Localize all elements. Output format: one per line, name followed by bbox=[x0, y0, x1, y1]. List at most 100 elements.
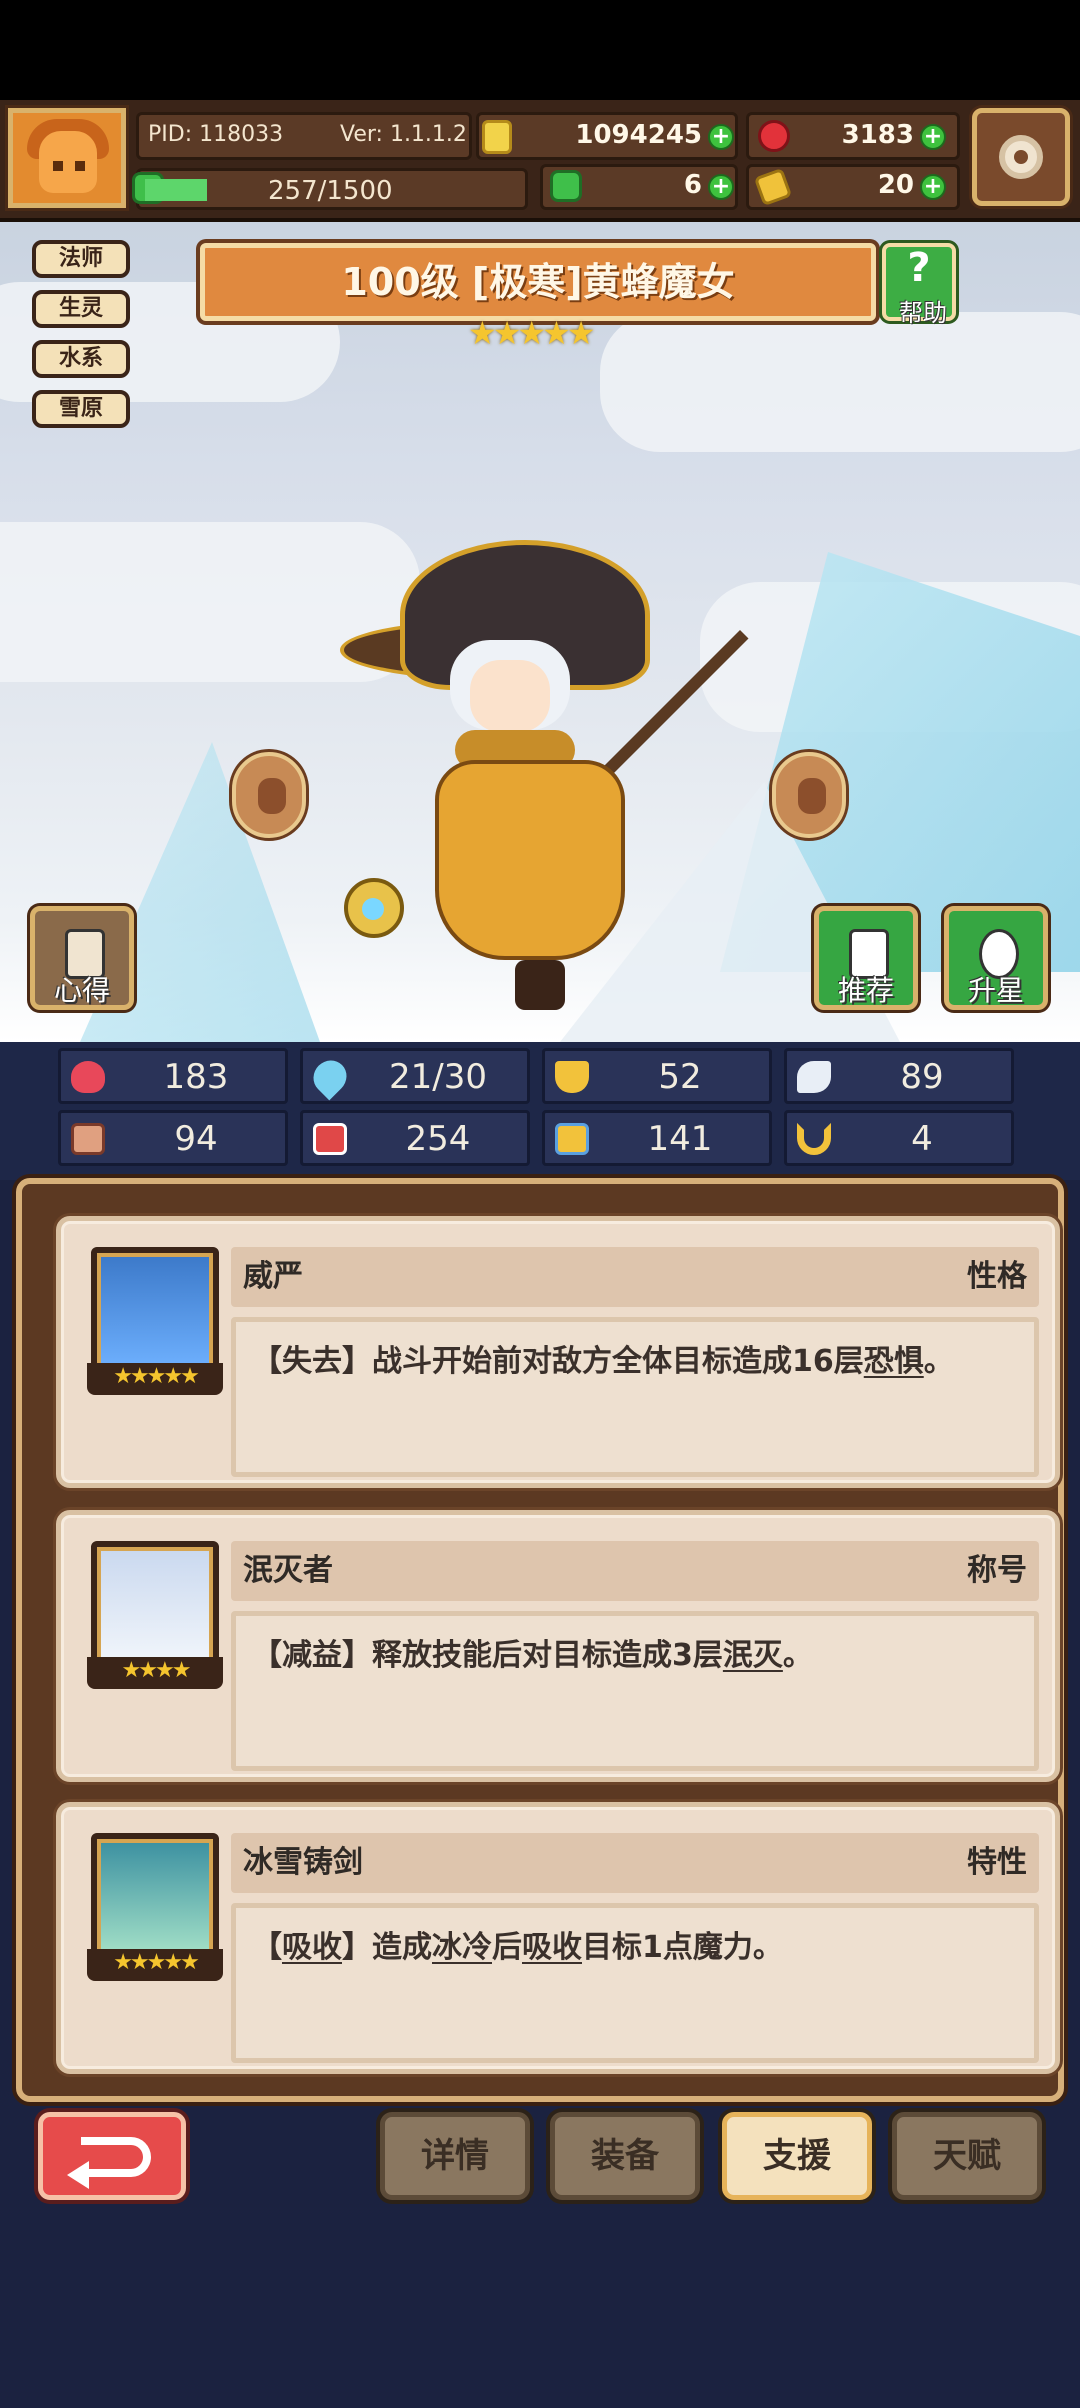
card-name: 冰雪铸剑 bbox=[243, 1845, 363, 1880]
tab-details[interactable]: 详情 bbox=[380, 2112, 530, 2200]
card-kind: 性格 bbox=[967, 1259, 1027, 1294]
stat-value: 94 bbox=[174, 1119, 218, 1159]
cloud bbox=[600, 312, 1080, 452]
card-description-box: 【吸收】造成冰冷后吸收目标1点魔力。 bbox=[231, 1903, 1039, 2063]
stat-value: 254 bbox=[405, 1119, 471, 1159]
stat-value: 141 bbox=[647, 1119, 713, 1159]
support-card[interactable]: ★★★★ 泯灭者 称号 【减益】释放技能后对目标造成3层泯灭。 bbox=[56, 1510, 1060, 1782]
gold-amount: 1094245 bbox=[575, 120, 702, 150]
add-clover-button[interactable]: + bbox=[708, 174, 734, 200]
settings-button[interactable] bbox=[972, 108, 1070, 206]
stat-attack: 94 bbox=[58, 1110, 288, 1166]
stat-value: 89 bbox=[900, 1057, 944, 1097]
stat-speed: 141 bbox=[542, 1110, 772, 1166]
hero-title: 100级 [极寒]黄蜂魔女 bbox=[341, 260, 735, 304]
water-drop-icon bbox=[306, 1053, 354, 1101]
insights-label: 心得 bbox=[53, 974, 110, 1007]
horseshoe-icon bbox=[797, 1123, 831, 1155]
card-description-box: 【减益】释放技能后对目标造成3层泯灭。 bbox=[231, 1611, 1039, 1771]
card-description: 【减益】释放技能后对目标造成3层泯灭。 bbox=[252, 1638, 813, 1673]
heart-icon bbox=[71, 1061, 105, 1093]
hero-sprite bbox=[340, 530, 749, 1010]
avatar-eye bbox=[75, 161, 85, 171]
support-card[interactable]: ★★★★★ 威严 性格 【失去】战斗开始前对敌方全体目标造成16层恐惧。 bbox=[56, 1216, 1060, 1488]
stat-evasion: 89 bbox=[784, 1048, 1014, 1104]
class-tag-mage[interactable]: 法师 bbox=[32, 240, 130, 278]
support-stars: ★★★★★ bbox=[87, 1949, 223, 1981]
stat-hp: 183 bbox=[58, 1048, 288, 1104]
tab-equipment[interactable]: 装备 bbox=[550, 2112, 700, 2200]
element-tag-water[interactable]: 水系 bbox=[32, 340, 130, 378]
card-header: 泯灭者 称号 bbox=[231, 1541, 1039, 1601]
insights-button[interactable]: 心得 bbox=[30, 906, 134, 1010]
stat-defense: 52 bbox=[542, 1048, 772, 1104]
red-gem-icon bbox=[758, 120, 790, 152]
shield-icon bbox=[555, 1061, 589, 1093]
fist-icon bbox=[71, 1123, 105, 1155]
card-name: 威严 bbox=[243, 1259, 303, 1294]
stat-mana: 21/30 bbox=[300, 1048, 530, 1104]
stat-luck: 4 bbox=[784, 1110, 1014, 1166]
stamina-value: 257/1500 bbox=[268, 176, 393, 206]
terrain-tag-snowfield[interactable]: 雪原 bbox=[32, 390, 130, 428]
hero-title-banner: 100级 [极寒]黄蜂魔女 bbox=[200, 243, 876, 321]
support-card[interactable]: ★★★★★ 冰雪铸剑 特性 【吸收】造成冰冷后吸收目标1点魔力。 bbox=[56, 1802, 1060, 2074]
support-panel: ★★★★★ 威严 性格 【失去】战斗开始前对敌方全体目标造成16层恐惧。 ★★★… bbox=[16, 1178, 1064, 2102]
version-label: Ver: 1.1.1.2 bbox=[340, 122, 467, 147]
recommend-label: 推荐 bbox=[837, 974, 894, 1007]
card-header: 冰雪铸剑 特性 bbox=[231, 1833, 1039, 1893]
fist-amount: 20 bbox=[877, 170, 914, 200]
stat-value: 4 bbox=[911, 1119, 933, 1159]
hero-screen: PID: 118033 Ver: 1.1.1.2 257/1500 109424… bbox=[0, 0, 1080, 2408]
gold-coin-icon bbox=[482, 120, 512, 154]
card-description: 【失去】战斗开始前对敌方全体目标造成16层恐惧。 bbox=[252, 1344, 954, 1379]
support-portrait bbox=[91, 1247, 219, 1377]
hero-face bbox=[470, 660, 550, 732]
staff-orb bbox=[344, 878, 404, 938]
hero-robe bbox=[435, 760, 625, 960]
card-description-box: 【失去】战斗开始前对敌方全体目标造成16层恐惧。 bbox=[231, 1317, 1039, 1477]
left-arrow-icon bbox=[258, 778, 286, 814]
help-label: 帮助 bbox=[899, 299, 947, 327]
return-arrow-icon bbox=[81, 2137, 151, 2177]
return-arrow-tip bbox=[67, 2161, 89, 2189]
hero-boots bbox=[515, 960, 565, 1010]
add-fist-button[interactable]: + bbox=[920, 174, 946, 200]
support-stars: ★★★★ bbox=[87, 1657, 223, 1689]
player-avatar[interactable] bbox=[8, 108, 126, 208]
help-button[interactable]: ? 帮助 bbox=[882, 243, 956, 327]
upgrade-star-label: 升星 bbox=[967, 974, 1024, 1007]
question-icon: ? bbox=[907, 245, 931, 291]
next-hero-button[interactable] bbox=[772, 752, 846, 838]
book-icon bbox=[313, 1123, 347, 1155]
stat-value: 21/30 bbox=[389, 1057, 487, 1097]
card-kind: 称号 bbox=[967, 1553, 1027, 1588]
tab-talent[interactable]: 天赋 bbox=[892, 2112, 1042, 2200]
previous-hero-button[interactable] bbox=[232, 752, 306, 838]
status-bar bbox=[0, 0, 1080, 100]
avatar-eye bbox=[53, 161, 63, 171]
add-gems-button[interactable]: + bbox=[920, 124, 946, 150]
back-button[interactable] bbox=[38, 2112, 186, 2200]
tab-support[interactable]: 支援 bbox=[722, 2112, 872, 2200]
stat-value: 183 bbox=[163, 1057, 229, 1097]
support-portrait bbox=[91, 1833, 219, 1963]
gear-icon bbox=[999, 135, 1043, 179]
card-description: 【吸收】造成冰冷后吸收目标1点魔力。 bbox=[252, 1930, 783, 1965]
wing-icon bbox=[797, 1061, 831, 1093]
card-name: 泯灭者 bbox=[243, 1553, 333, 1588]
card-kind: 特性 bbox=[967, 1845, 1027, 1880]
boot-icon bbox=[555, 1123, 589, 1155]
stat-magic: 254 bbox=[300, 1110, 530, 1166]
stat-value: 52 bbox=[658, 1057, 702, 1097]
stamina-fill bbox=[145, 179, 207, 201]
race-tag-creature[interactable]: 生灵 bbox=[32, 290, 130, 328]
clover-amount: 6 bbox=[683, 170, 702, 200]
gems-amount: 3183 bbox=[841, 120, 914, 150]
card-header: 威严 性格 bbox=[231, 1247, 1039, 1307]
right-arrow-icon bbox=[798, 778, 826, 814]
upgrade-star-button[interactable]: 升星 bbox=[944, 906, 1048, 1010]
hero-star-rating: ★★★★★ bbox=[468, 314, 595, 352]
add-gold-button[interactable]: + bbox=[708, 124, 734, 150]
recommend-button[interactable]: 推荐 bbox=[814, 906, 918, 1010]
